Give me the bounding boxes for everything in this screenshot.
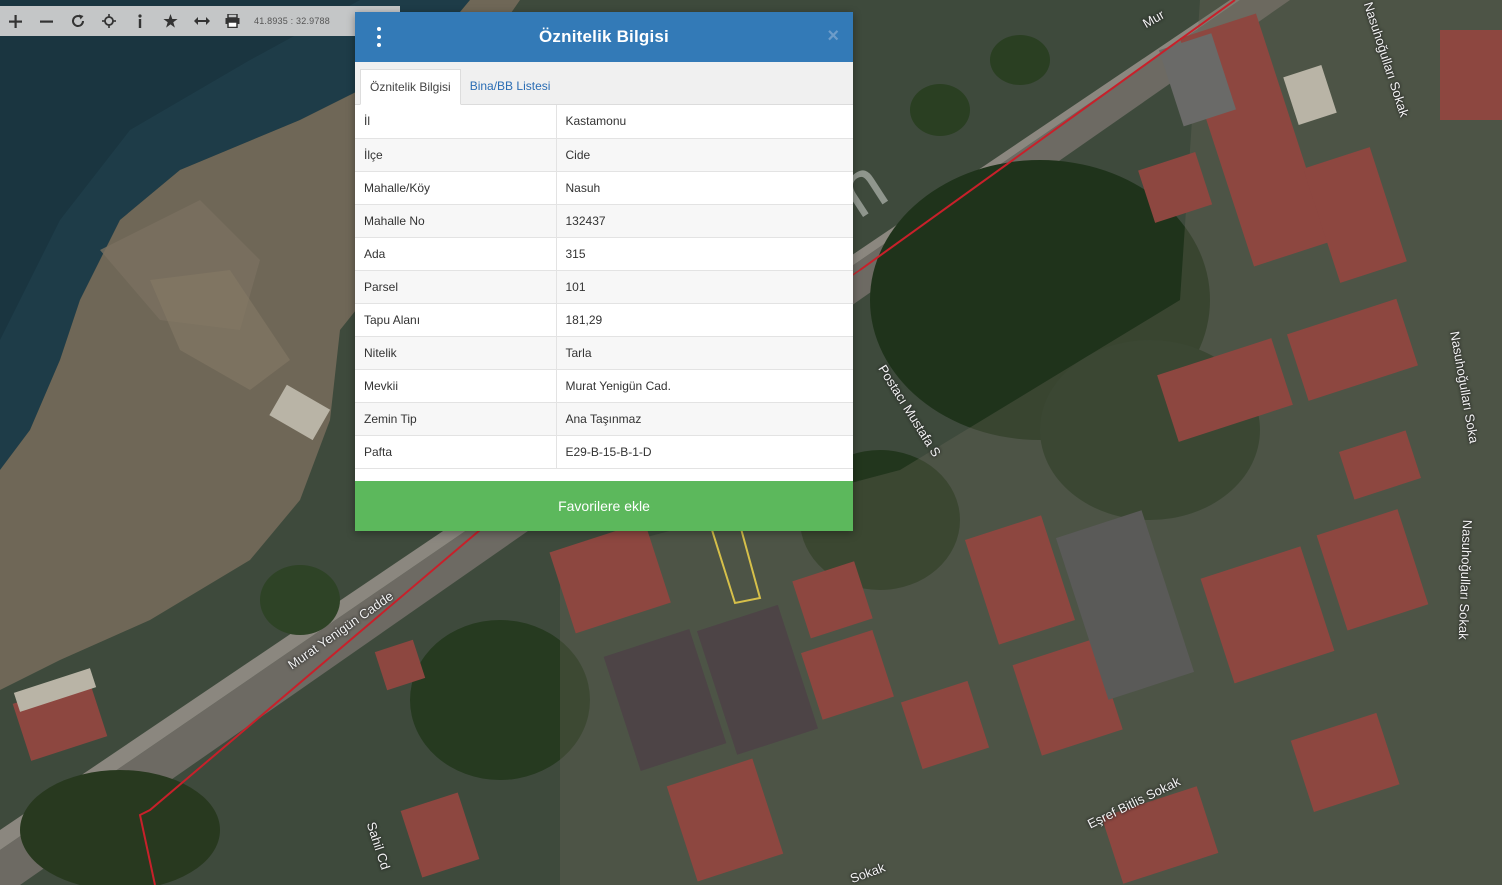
measure-icon (193, 17, 210, 25)
kebab-menu-icon (377, 27, 381, 31)
table-row: Mahalle/Köy Nasuh (355, 171, 853, 205)
info-button[interactable] (124, 6, 155, 36)
close-button[interactable]: × (827, 26, 839, 46)
coordinate-readout: 41.8935 : 32.9788 (254, 16, 330, 26)
attribute-value: E29-B-15-B-1-D (556, 435, 853, 469)
table-row: Tapu Alanı 181,29 (355, 303, 853, 337)
tab-building-list[interactable]: Bina/BB Listesi (461, 68, 560, 104)
add-to-favorites-button[interactable]: Favorilere ekle (355, 481, 853, 531)
dialog-header: Öznitelik Bilgisi × (355, 12, 853, 62)
attribute-value: 315 (556, 237, 853, 271)
dialog-title: Öznitelik Bilgisi (539, 27, 669, 46)
attribute-key: Zemin Tip (355, 402, 557, 436)
dialog-tabs: Öznitelik Bilgisi Bina/BB Listesi (355, 62, 853, 105)
attribute-key: Mevkii (355, 369, 557, 403)
measure-button[interactable] (186, 6, 217, 36)
attribute-key: İl (355, 105, 557, 139)
table-row: Ada 315 (355, 237, 853, 271)
table-row: İl Kastamonu (355, 105, 853, 139)
attribute-key: Nitelik (355, 336, 557, 370)
favorites-button[interactable] (155, 6, 186, 36)
locate-icon (101, 14, 116, 28)
table-row: İlçe Cide (355, 138, 853, 172)
zoom-out-icon (40, 20, 53, 23)
print-icon (225, 14, 240, 28)
dialog-menu-button[interactable] (371, 27, 387, 47)
attribute-table: İl Kastamonu İlçe Cide Mahalle/Köy Nasuh Ma… (355, 105, 853, 469)
attribute-key: Mahalle/Köy (355, 171, 557, 205)
table-row: Parsel 101 (355, 270, 853, 304)
attribute-info-dialog: Öznitelik Bilgisi × Öznitelik Bilgisi Bi… (355, 12, 853, 531)
locate-button[interactable] (93, 6, 124, 36)
info-icon (137, 14, 142, 28)
table-row: Pafta E29-B-15-B-1-D (355, 435, 853, 469)
attribute-value: 181,29 (556, 303, 853, 337)
attribute-key: Mahalle No (355, 204, 557, 238)
attribute-key: İlçe (355, 138, 557, 172)
attribute-value: Tarla (556, 336, 853, 370)
attribute-value: Kastamonu (556, 105, 853, 139)
refresh-icon (71, 14, 84, 27)
attribute-key: Parsel (355, 270, 557, 304)
attribute-value: 101 (556, 270, 853, 304)
attribute-value: Nasuh (556, 171, 853, 205)
table-row: Nitelik Tarla (355, 336, 853, 370)
attribute-key: Ada (355, 237, 557, 271)
attribute-value: Murat Yenigün Cad. (556, 369, 853, 403)
table-row: Mevkii Murat Yenigün Cad. (355, 369, 853, 403)
zoom-in-button[interactable] (0, 6, 31, 36)
refresh-button[interactable] (62, 6, 93, 36)
zoom-in-icon (9, 14, 22, 28)
map-toolbar: 41.8935 : 32.9788 (0, 6, 400, 36)
attribute-value: Cide (556, 138, 853, 172)
table-row: Mahalle No 132437 (355, 204, 853, 238)
zoom-out-button[interactable] (31, 6, 62, 36)
attribute-key: Tapu Alanı (355, 303, 557, 337)
print-button[interactable] (217, 6, 248, 36)
tab-attribute-info[interactable]: Öznitelik Bilgisi (360, 69, 461, 105)
table-row: Zemin Tip Ana Taşınmaz (355, 402, 853, 436)
attribute-key: Pafta (355, 435, 557, 469)
attribute-value: Ana Taşınmaz (556, 402, 853, 436)
attribute-value: 132437 (556, 204, 853, 238)
star-icon (163, 14, 178, 28)
